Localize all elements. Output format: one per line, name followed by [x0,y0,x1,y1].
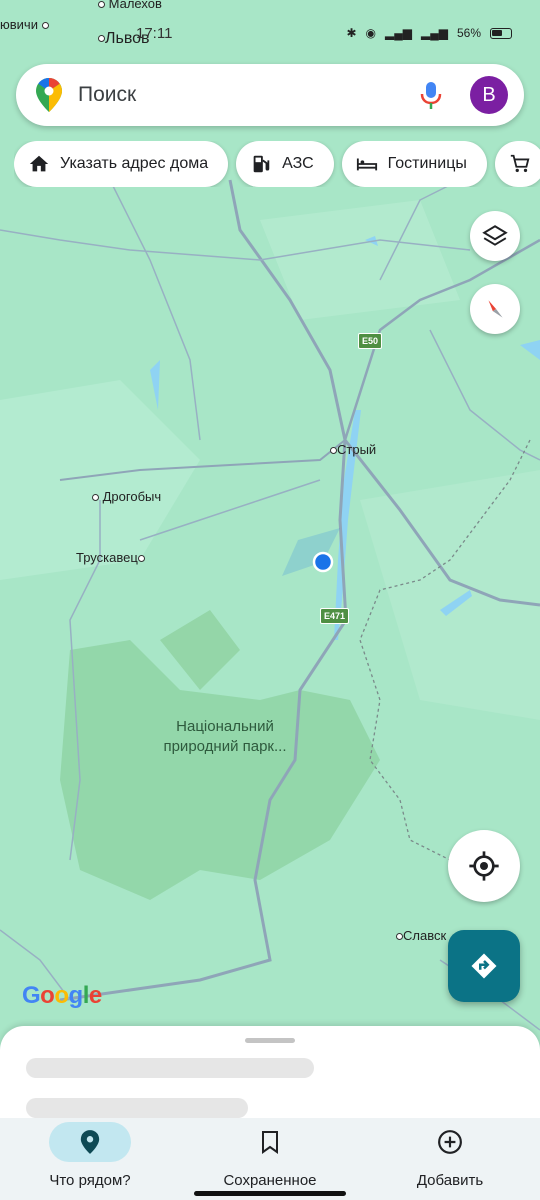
status-icons: ✱ ◉ ▂▄▆ ▂▄▆ 56% [346,26,512,40]
nav-contribute[interactable]: Добавить [360,1122,540,1196]
home-icon [29,155,49,172]
chip-label: Гостиницы [387,155,467,172]
chip-gas-station[interactable]: АЗС [236,141,334,187]
place-label-slavsk[interactable]: Славск [396,928,446,943]
chip-hotels[interactable]: Гостиницы [341,141,487,187]
nav-explore[interactable]: Что рядом? [0,1122,180,1196]
account-avatar[interactable]: B [470,76,508,114]
directions-icon [471,953,497,979]
directions-button[interactable] [448,930,520,1002]
bookmark-icon [262,1131,278,1154]
place-label-truskavets[interactable]: Трускавец [76,550,145,565]
bottom-navigation: Что рядом? Сохраненное Добавить [0,1118,540,1200]
place-label-drohobych[interactable]: Дрогобыч [92,489,161,504]
chip-shopping[interactable] [494,141,540,187]
avatar-letter: B [482,83,496,106]
add-circle-icon [438,1130,462,1154]
battery-percent: 56% [456,26,481,40]
crosshair-icon [469,851,499,881]
place-label-stryi[interactable]: Стрый [330,442,376,457]
layers-icon [482,225,508,246]
battery-icon [490,27,512,39]
road-shield-e50: E50 [358,333,383,349]
nav-pill [49,1122,131,1162]
compass-button[interactable] [470,284,520,334]
park-label[interactable]: Національний природний парк... [150,717,300,757]
signal-icon-2: ▂▄▆ [421,26,448,40]
category-chips: Указать адрес дома АЗС Гостиницы [14,141,540,187]
signal-icon: ▂▄▆ [385,26,412,40]
microphone-icon[interactable] [418,80,444,110]
loading-placeholder [26,1098,248,1118]
chip-label: Указать адрес дома [60,155,209,172]
nav-label: Добавить [416,1172,484,1189]
location-pin-icon [80,1130,100,1154]
google-maps-logo-icon [36,78,62,112]
nav-pill [229,1122,311,1162]
chip-label: АЗС [282,155,314,172]
current-location-dot [312,551,334,573]
search-input[interactable]: Поиск [78,83,418,107]
home-indicator[interactable] [194,1191,346,1196]
sheet-drag-handle[interactable] [245,1038,295,1043]
loading-placeholder [26,1058,314,1078]
status-time: 17:11 [136,25,173,42]
shopping-cart-icon [510,154,530,173]
my-location-button[interactable] [448,830,520,902]
nav-pill [409,1122,491,1162]
nav-label: Сохраненное [223,1172,317,1189]
compass-icon [488,300,503,318]
status-bar: 17:11 ✱ ◉ ▂▄▆ ▂▄▆ 56% [0,20,540,50]
nav-saved[interactable]: Сохраненное [180,1122,360,1196]
nav-label: Что рядом? [49,1172,131,1189]
road-shield-e471: E471 [320,608,350,624]
chip-home-address[interactable]: Указать адрес дома [14,141,229,187]
hotel-icon [356,158,377,171]
location-status-icon: ◉ [365,26,377,40]
place-label-malekhov[interactable]: Малехов [98,0,162,11]
layers-button[interactable] [470,211,520,261]
bluetooth-icon: ✱ [346,26,357,40]
gas-station-icon [253,155,270,173]
search-bar[interactable]: Поиск B [16,64,524,126]
google-attribution-logo: Google [22,982,102,1009]
